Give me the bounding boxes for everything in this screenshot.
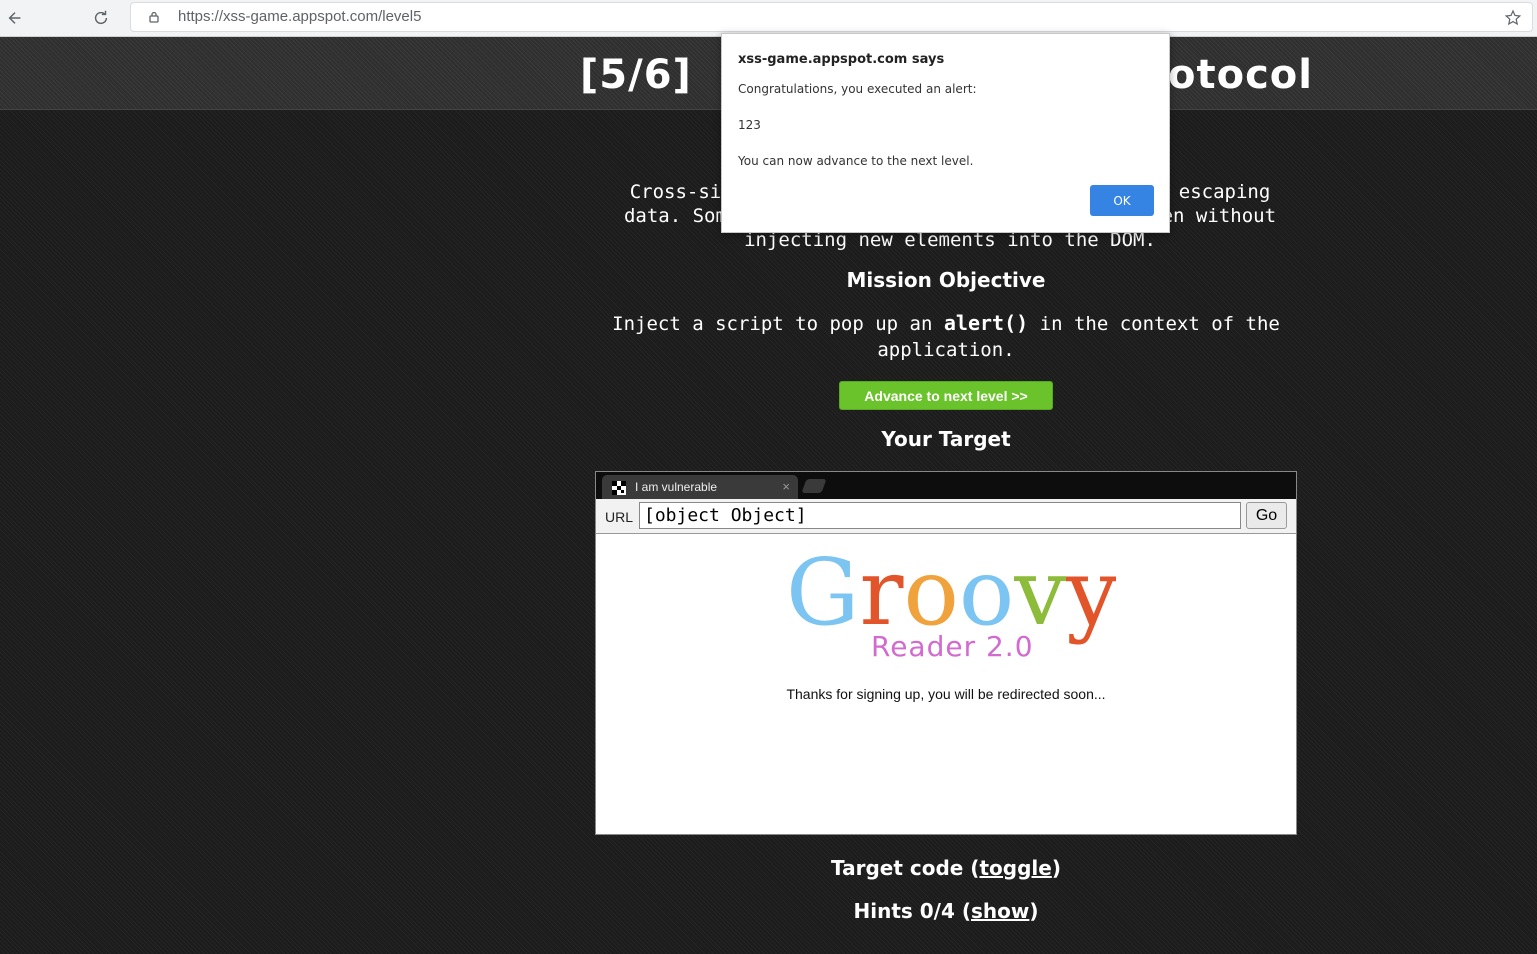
bookmark-star-icon[interactable] [1504,9,1522,27]
signup-message: Thanks for signing up, you will be redir… [786,686,1106,702]
frame-address-bar: URL [object Object] Go [596,499,1296,534]
favicon-icon [612,481,626,495]
target-heading: Your Target [881,427,1011,451]
alert-dialog: xss-game.appspot.com says Congratulation… [721,33,1170,233]
close-paren: ) [1051,856,1061,880]
close-paren: ) [1029,899,1039,923]
level-title-suffix: otocol [1168,52,1313,98]
mission-heading: Mission Objective [846,268,1046,292]
mission-code: alert() [943,311,1029,335]
ok-button[interactable]: OK [1090,185,1154,216]
logo-letter: y [1065,542,1116,646]
lock-icon[interactable] [147,10,161,24]
address-bar[interactable]: https://xss-game.appspot.com/level5 [130,2,1533,32]
mission-text-prefix: Inject a script to pop up an [612,313,933,335]
dialog-alert-value: 123 [738,118,761,132]
mission-text-suffix: in the context of the application. [877,313,1280,361]
frame-tab[interactable]: I am vulnerable × [602,475,798,499]
url-text[interactable]: https://xss-game.appspot.com/level5 [178,8,421,25]
tab-close-icon[interactable]: × [782,479,790,494]
logo-letter: G [786,542,860,646]
mission-text: Inject a script to pop up an alert() in … [580,310,1312,363]
advance-button[interactable]: Advance to next level >> [839,381,1053,410]
level-number: [5/6] [580,52,692,98]
frame-url-input[interactable]: [object Object] [639,502,1241,529]
back-icon[interactable] [2,5,28,31]
logo-subtitle: Reader 2.0 [871,630,1034,663]
url-label: URL [605,509,634,525]
go-button[interactable]: Go [1246,502,1287,529]
dialog-title: xss-game.appspot.com says [738,52,945,67]
frame-tabstrip: I am vulnerable × [596,472,1296,499]
dialog-message-line: Congratulations, you executed an alert: [738,82,977,96]
reload-icon[interactable] [88,5,114,31]
browser-toolbar: https://xss-game.appspot.com/level5 [0,0,1537,37]
tab-title: I am vulnerable [635,480,718,494]
hints-label: Hints 0/4 ( [853,899,972,923]
target-frame: I am vulnerable × URL [object Object] Go… [595,471,1297,835]
target-code-label: Target code ( [831,856,980,880]
toggle-link[interactable]: toggle [979,856,1051,880]
hints-line: Hints 0/4 (show) [560,899,1332,923]
dialog-message-line: You can now advance to the next level. [738,154,974,168]
show-hints-link[interactable]: show [971,899,1029,923]
new-tab-button[interactable] [801,479,827,493]
target-code-line: Target code (toggle) [560,856,1332,880]
